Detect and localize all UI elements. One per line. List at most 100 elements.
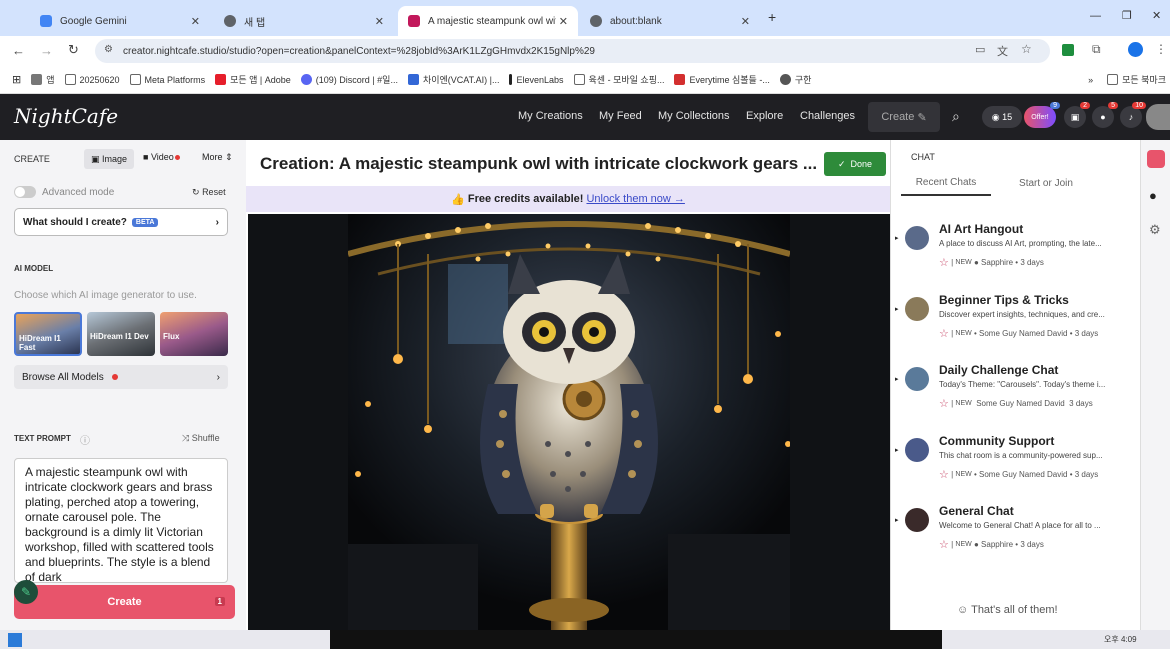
minimize-icon[interactable]: —: [1090, 10, 1101, 22]
browser-tab-gemini[interactable]: Google Gemini ✕: [30, 6, 210, 36]
settings-gear-icon[interactable]: ⚙: [1149, 222, 1161, 238]
bookmark-item[interactable]: Meta Platforms: [129, 74, 205, 85]
bookmark-item[interactable]: 육센 - 모바일 쇼핑...: [573, 73, 664, 86]
reload-icon[interactable]: ↻: [68, 42, 79, 58]
profile-avatar[interactable]: [1128, 42, 1143, 57]
bookmark-item[interactable]: 구한: [779, 73, 811, 86]
all-bookmarks[interactable]: 모든 북마크: [1107, 73, 1166, 86]
nav-my-creations[interactable]: My Creations: [518, 110, 583, 122]
cast-icon[interactable]: ▭: [975, 43, 985, 56]
model-flux[interactable]: Flux: [160, 312, 228, 356]
close-icon[interactable]: ✕: [191, 15, 200, 28]
restore-icon[interactable]: ❐: [1122, 9, 1132, 22]
ai-model-label: AI MODEL: [14, 264, 54, 273]
offer-pill[interactable]: Offer! 9: [1024, 102, 1060, 128]
gift-icon[interactable]: ▣ 2: [1064, 102, 1090, 128]
bookmark-item[interactable]: Everytime 심볼들 -...: [674, 73, 770, 86]
bell-icon[interactable]: ♪ 10: [1120, 102, 1146, 128]
nightcafe-logo[interactable]: NightCafe: [14, 104, 118, 128]
extension-icon[interactable]: [1062, 44, 1074, 56]
close-icon[interactable]: ✕: [559, 15, 568, 28]
star-icon[interactable]: ☆: [1021, 42, 1032, 56]
model-hidream-fast[interactable]: HiDream I1 Fast: [14, 312, 82, 356]
tab-start-or-join[interactable]: Start or Join: [1001, 170, 1091, 196]
star-icon[interactable]: ☆: [939, 468, 949, 481]
bookmark-item[interactable]: ElevenLabs: [509, 74, 564, 85]
address-bar[interactable]: ⚙ creator.nightcafe.studio/studio?open=c…: [95, 39, 1050, 63]
room-user: Some Guy Named David: [979, 470, 1068, 479]
unlock-credits-link[interactable]: Unlock them now →: [586, 193, 684, 205]
tab-video[interactable]: ■ Video: [143, 152, 180, 162]
nav-create-button[interactable]: Create ✎: [868, 102, 940, 132]
nav-explore[interactable]: Explore: [746, 110, 783, 122]
star-icon[interactable]: ☆: [939, 538, 949, 551]
info-icon[interactable]: ⓘ: [80, 432, 90, 447]
star-icon[interactable]: ☆: [939, 327, 949, 340]
star-icon[interactable]: ☆: [939, 397, 949, 410]
room-meta: ☆ | NEW Some Guy Named David 3 days: [939, 397, 1093, 410]
chat-room-beginner-tips[interactable]: ▸ Beginner Tips & Tricks Discover expert…: [895, 293, 1137, 355]
nav-challenges[interactable]: Challenges: [800, 110, 855, 122]
bookmark-item[interactable]: 차이엔(VCAT.AI) |...: [407, 73, 499, 86]
room-user: Sapphire: [981, 258, 1014, 267]
forward-arrow-icon[interactable]: →: [40, 43, 53, 58]
back-arrow-icon[interactable]: ←: [12, 43, 25, 58]
chat-room-general-chat[interactable]: ▸ General Chat Welcome to General Chat! …: [895, 504, 1137, 566]
translate-icon[interactable]: 文: [997, 43, 1008, 59]
bookmark-item[interactable]: 20250620: [64, 74, 120, 85]
search-icon[interactable]: ⌕: [952, 108, 960, 125]
gemini-favicon-icon: [40, 15, 52, 27]
folder-icon: [1107, 74, 1119, 85]
browse-all-models-button[interactable]: Browse All Models ›: [14, 365, 228, 389]
gallery-icon[interactable]: [1147, 150, 1165, 168]
close-icon[interactable]: ✕: [741, 15, 750, 28]
chat-bubble-icon[interactable]: ● 5: [1092, 102, 1118, 128]
browser-tab-blank[interactable]: about:blank ✕: [580, 6, 760, 36]
caret-right-icon: ▸: [895, 376, 899, 383]
bookmark-item[interactable]: 앱: [31, 73, 55, 86]
room-name: Community Support: [939, 434, 1055, 448]
discord-icon: [300, 74, 312, 85]
caret-right-icon: ▸: [895, 447, 899, 454]
star-icon[interactable]: ☆: [939, 256, 949, 269]
prompt-textarea[interactable]: A majestic steampunk owl with intricate …: [14, 458, 228, 583]
chat-room-daily-challenge[interactable]: ▸ Daily Challenge Chat Today's Theme: "C…: [895, 363, 1137, 425]
bookmark-item[interactable]: (109) Discord | #일...: [300, 73, 398, 86]
nav-my-collections[interactable]: My Collections: [658, 110, 730, 122]
chat-icon[interactable]: ●: [1149, 188, 1157, 203]
tab-image[interactable]: ▣ Image: [84, 149, 134, 169]
room-avatar: [905, 226, 929, 250]
coins-icon: ◉: [991, 111, 1000, 122]
close-icon[interactable]: ✕: [375, 15, 384, 28]
reset-button[interactable]: ↻ Reset: [192, 187, 226, 198]
bookmark-item[interactable]: 모든 앱 | Adobe: [215, 73, 291, 86]
what-should-i-create-button[interactable]: What should I create? BETA ›: [14, 208, 228, 236]
extensions-puzzle-icon[interactable]: ⧉: [1092, 42, 1101, 57]
apps-grid-icon[interactable]: ⊞: [12, 73, 21, 86]
right-rail: ● ⚙: [1140, 140, 1170, 630]
new-tab-button[interactable]: +: [768, 9, 776, 25]
tab-recent-chats[interactable]: Recent Chats: [901, 170, 991, 196]
site-settings-icon[interactable]: ⚙: [104, 44, 113, 55]
shuffle-button[interactable]: ⤨ Shuffle: [182, 433, 220, 444]
done-button[interactable]: ✓ Done: [824, 152, 886, 176]
advanced-mode-toggle[interactable]: [14, 186, 36, 198]
tab-more[interactable]: More ⇕: [202, 152, 233, 163]
creation-image[interactable]: [248, 214, 890, 630]
overflow-chevron-icon[interactable]: »: [1088, 75, 1093, 85]
browser-tab-newtab[interactable]: 새 탭 ✕: [214, 6, 394, 36]
page-icon: [573, 74, 585, 85]
browser-tab-nightcafe[interactable]: A majestic steampunk owl wit ✕: [398, 6, 578, 36]
chat-room-ai-art-hangout[interactable]: ▸ AI Art Hangout A place to discuss AI A…: [895, 222, 1137, 284]
nav-my-feed[interactable]: My Feed: [599, 110, 642, 122]
room-time: 3 days: [1074, 329, 1099, 338]
chat-room-community-support[interactable]: ▸ Community Support This chat room is a …: [895, 434, 1137, 496]
create-button[interactable]: Create 1: [14, 585, 235, 619]
model-hidream-dev[interactable]: HiDream I1 Dev: [87, 312, 155, 356]
edit-fab-icon[interactable]: ✎: [14, 580, 38, 604]
kebab-menu-icon[interactable]: ⋮: [1155, 42, 1167, 56]
window-close-icon[interactable]: ✕: [1152, 9, 1161, 22]
credits-pill[interactable]: ◉ 15: [982, 106, 1022, 128]
windows-start-icon[interactable]: [8, 633, 22, 647]
user-avatar[interactable]: [1146, 104, 1170, 130]
